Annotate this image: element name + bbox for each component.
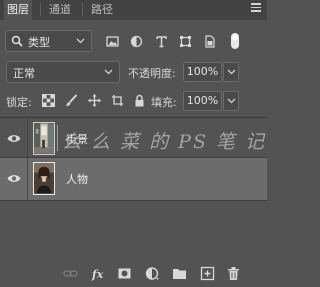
lock-label: 锁定:: [6, 96, 32, 109]
delete-layer-trash-icon[interactable]: [226, 266, 241, 281]
layer-row-person[interactable]: 人物: [0, 158, 267, 200]
fill-input[interactable]: 100%: [183, 91, 222, 111]
layer-thumbnail-street: [33, 122, 55, 155]
lock-artboard-icon[interactable]: [111, 94, 124, 107]
lock-position-move-icon[interactable]: [88, 94, 101, 107]
new-adjustment-layer-icon[interactable]: [145, 266, 160, 281]
eye-icon: [7, 135, 21, 142]
tab-channels[interactable]: 通道: [46, 0, 74, 20]
panel-menu-icon[interactable]: [251, 3, 261, 13]
opacity-input[interactable]: 100%: [183, 62, 222, 82]
blend-mode-select[interactable]: 正常: [6, 61, 120, 83]
filter-toggle-icon[interactable]: [230, 32, 240, 50]
panel-tab-bar: 图层 通道 路径: [0, 0, 267, 20]
shape-layer-filter-icon[interactable]: [179, 35, 192, 48]
new-group-folder-icon[interactable]: [172, 266, 187, 281]
visibility-toggle[interactable]: [0, 158, 28, 200]
layer-separator: [0, 200, 267, 201]
svg-text:fx: fx: [91, 268, 104, 281]
lock-transparent-pixels-icon[interactable]: [42, 94, 55, 107]
visibility-toggle[interactable]: [0, 118, 28, 160]
tab-divider: [82, 3, 83, 16]
tab-layers[interactable]: 图层: [4, 0, 32, 20]
chevron-down-icon: [76, 38, 85, 44]
chevron-down-icon: [227, 98, 236, 104]
opacity-label: 不透明度:: [128, 67, 176, 80]
lock-all-icon[interactable]: [133, 94, 146, 107]
fill-label: 填充:: [151, 96, 177, 109]
filter-type-label: 类型: [28, 36, 50, 49]
add-layer-mask-icon[interactable]: [117, 266, 132, 281]
eye-icon: [7, 175, 21, 182]
search-icon: [11, 35, 23, 47]
filter-type-select[interactable]: 类型: [5, 30, 92, 52]
layer-style-fx-icon[interactable]: fx: [91, 266, 106, 281]
chevron-down-icon: [104, 69, 113, 75]
opacity-dropdown-button[interactable]: [223, 62, 239, 82]
watermark-text: 么 么 菜 的 PS 笔 记: [62, 131, 267, 153]
lock-fill-row: 锁定: 填充: 100%: [0, 90, 267, 114]
smart-object-filter-icon[interactable]: [203, 35, 216, 48]
fill-dropdown-button[interactable]: [223, 91, 239, 111]
link-layers-icon[interactable]: [63, 266, 78, 281]
chevron-down-icon: [227, 69, 236, 75]
layer-name[interactable]: 人物: [66, 171, 88, 187]
blend-opacity-row: 正常 不透明度: 100%: [0, 61, 267, 85]
tab-paths[interactable]: 路径: [88, 0, 116, 20]
lock-image-pixels-brush-icon[interactable]: [65, 94, 78, 107]
tab-divider: [40, 3, 41, 16]
adjustment-layer-filter-icon[interactable]: [130, 35, 143, 48]
layers-bottom-toolbar: fx: [0, 262, 267, 287]
type-layer-filter-icon[interactable]: [155, 35, 168, 48]
layer-thumbnail-person: [33, 162, 55, 195]
layer-filter-row: 类型: [0, 30, 267, 54]
blend-mode-value: 正常: [13, 67, 35, 80]
pixel-layer-filter-icon[interactable]: [106, 35, 119, 48]
new-layer-icon[interactable]: [200, 266, 215, 281]
